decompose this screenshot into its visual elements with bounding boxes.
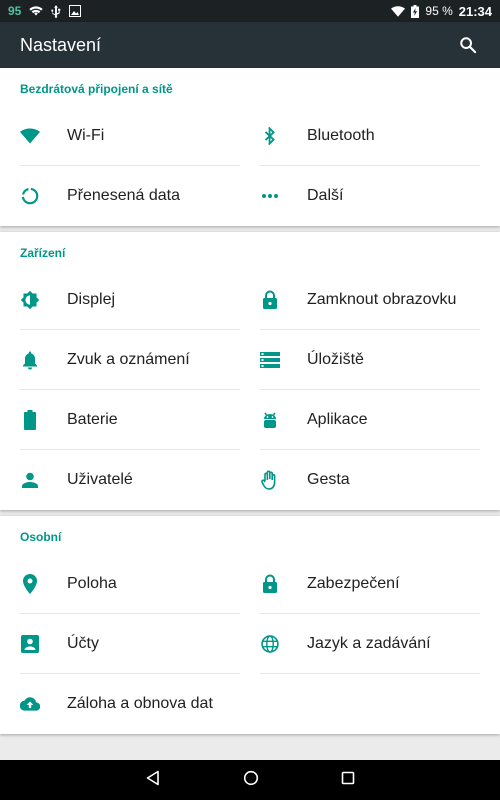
setting-gestures[interactable]: Gesta xyxy=(260,450,480,510)
setting-label: Baterie xyxy=(67,410,118,428)
setting-label: Bluetooth xyxy=(307,126,375,144)
section-title: Osobní xyxy=(20,530,62,544)
usb-icon xyxy=(51,4,61,18)
globe-icon xyxy=(260,634,280,654)
wifi-signal-icon xyxy=(391,5,406,17)
setting-label: Zabezpečení xyxy=(307,574,400,592)
more-icon xyxy=(260,186,280,206)
cloud-upload-icon xyxy=(20,694,40,714)
person-icon xyxy=(20,470,40,490)
home-icon[interactable] xyxy=(243,770,259,791)
setting-more[interactable]: Další xyxy=(260,166,480,226)
setting-label: Záloha a obnova dat xyxy=(67,695,213,712)
setting-label: Zvuk a oznámení xyxy=(67,350,190,368)
storage-icon xyxy=(260,350,280,370)
status-bar: 95 95 % 21:34 xyxy=(0,0,500,22)
notification-count: 95 xyxy=(8,4,22,18)
data-usage-icon xyxy=(20,186,40,206)
image-icon xyxy=(69,5,82,17)
setting-backup[interactable]: Záloha a obnova dat xyxy=(20,674,240,734)
brightness-icon xyxy=(20,290,40,310)
setting-label: Úložiště xyxy=(307,350,364,368)
setting-language[interactable]: Jazyk a zadávání xyxy=(260,614,480,674)
setting-apps[interactable]: Aplikace xyxy=(260,390,480,450)
section-title: Zařízení xyxy=(20,246,66,260)
bell-icon xyxy=(20,350,40,370)
app-bar: Nastavení xyxy=(0,22,500,68)
page-title: Nastavení xyxy=(20,34,102,55)
setting-accounts[interactable]: Účty xyxy=(20,614,240,674)
setting-users[interactable]: Uživatelé xyxy=(20,450,240,510)
setting-sound[interactable]: Zvuk a oznámení xyxy=(20,330,240,390)
setting-label: Další xyxy=(307,187,344,204)
setting-security[interactable]: Zabezpečení xyxy=(260,554,480,614)
search-icon[interactable] xyxy=(456,33,480,57)
hand-icon xyxy=(260,470,280,490)
setting-label: Wi-Fi xyxy=(67,126,105,144)
setting-storage[interactable]: Úložiště xyxy=(260,330,480,390)
lock-icon xyxy=(260,574,280,594)
section-wireless: Bezdrátová připojení a sítě Wi-Fi Blueto… xyxy=(0,68,500,226)
setting-label: Displej xyxy=(67,290,116,308)
wifi-icon xyxy=(20,126,40,146)
setting-location[interactable]: Poloha xyxy=(20,554,240,614)
setting-bluetooth[interactable]: Bluetooth xyxy=(260,106,480,166)
setting-data-usage[interactable]: Přenesená data xyxy=(20,166,240,226)
setting-battery[interactable]: Baterie xyxy=(20,390,240,450)
battery-icon xyxy=(20,409,40,430)
battery-icon xyxy=(411,4,420,18)
battery-percent: 95 % xyxy=(425,4,453,18)
account-box-icon xyxy=(20,634,40,654)
recents-icon[interactable] xyxy=(341,771,355,790)
empty-slot xyxy=(260,674,480,734)
navigation-bar xyxy=(0,760,500,800)
setting-label: Účty xyxy=(67,634,99,652)
setting-wifi[interactable]: Wi-Fi xyxy=(20,106,240,166)
setting-lock-screen[interactable]: Zamknout obrazovku xyxy=(260,270,480,330)
setting-display[interactable]: Displej xyxy=(20,270,240,330)
setting-label: Přenesená data xyxy=(67,187,180,204)
lock-icon xyxy=(260,290,280,310)
back-icon[interactable] xyxy=(145,770,161,791)
setting-label: Gesta xyxy=(307,471,350,488)
location-icon xyxy=(20,573,40,594)
setting-label: Zamknout obrazovku xyxy=(307,290,457,308)
section-personal: Osobní Poloha Zabezpečení Účty Jazyk a z… xyxy=(0,516,500,734)
setting-label: Poloha xyxy=(67,574,117,592)
section-device: Zařízení Displej Zamknout obrazovku Zvuk… xyxy=(0,232,500,510)
settings-list: Bezdrátová připojení a sítě Wi-Fi Blueto… xyxy=(0,68,500,760)
setting-label: Aplikace xyxy=(307,410,368,428)
wifi-icon xyxy=(29,5,44,17)
bluetooth-icon xyxy=(260,126,280,146)
section-title: Bezdrátová připojení a sítě xyxy=(20,82,173,96)
setting-label: Jazyk a zadávání xyxy=(307,634,431,652)
android-icon xyxy=(260,410,280,430)
setting-label: Uživatelé xyxy=(67,471,133,488)
clock: 21:34 xyxy=(458,3,492,19)
